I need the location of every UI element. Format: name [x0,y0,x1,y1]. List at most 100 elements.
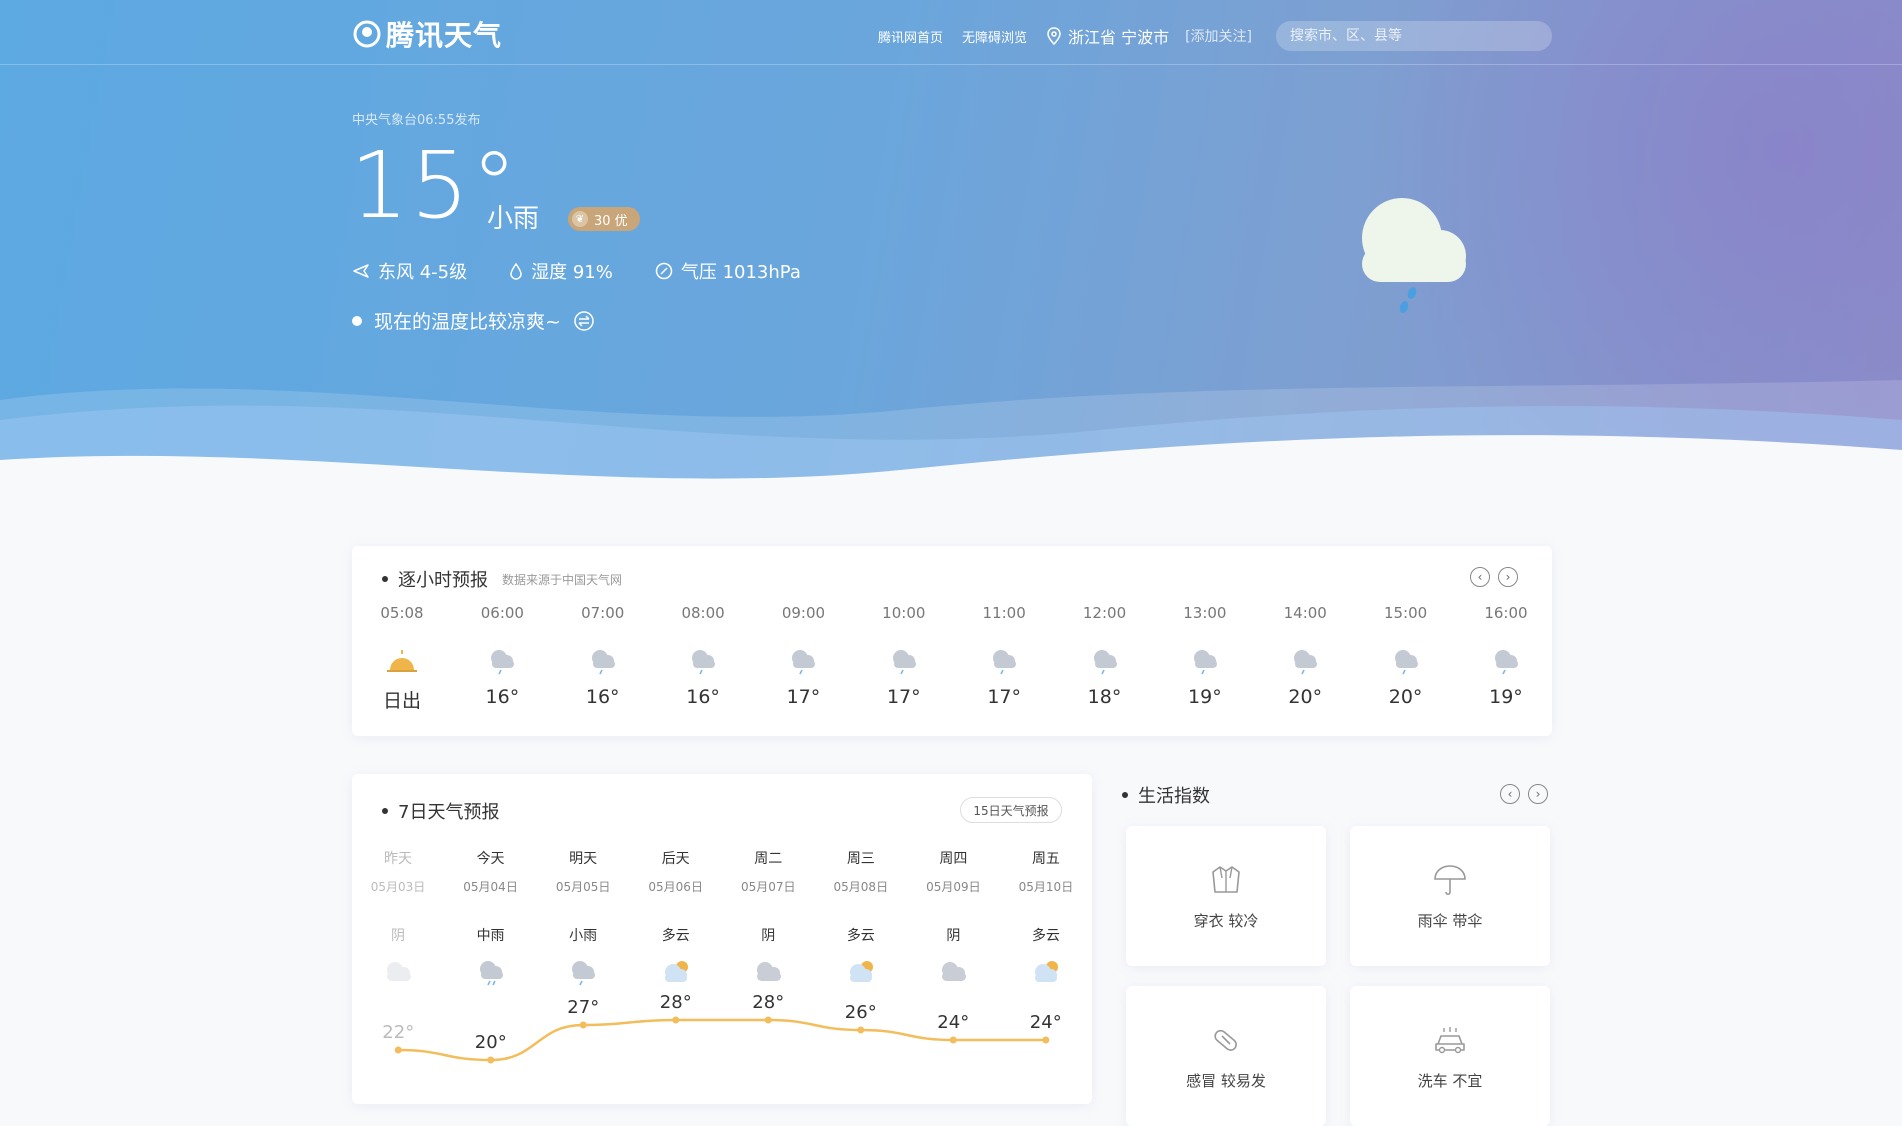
light-rain-icon [1494,650,1518,675]
follow-button[interactable]: [添加关注] [1185,26,1252,46]
hourly-item: 16:00 19° [1456,604,1556,713]
daily-item[interactable]: 后天 05月06日 多云 [630,848,722,987]
daily-temperature-chart: 22° 20° 27° 28° 28° 26° 24° 24° [382,992,1062,1064]
current-metrics: 东风 4-5级 湿度 91% 气压 1013hPa [352,258,801,284]
hourly-time: 10:00 [882,604,926,622]
jacket-icon [1212,865,1240,893]
nav-link-accessibility[interactable]: 无障碍浏览 [962,27,1027,46]
hourly-prev-button[interactable]: ‹ [1470,567,1490,587]
life-card-cold[interactable]: 感冒 较易发 [1126,986,1326,1126]
hero-banner [0,0,1902,500]
life-prev-button[interactable]: ‹ [1500,784,1520,804]
daily-date: 05月04日 [463,880,518,894]
daily-item[interactable]: 周四 05月09日阴 [907,848,999,987]
life-card-umbrella[interactable]: 雨伞 带伞 [1350,826,1550,966]
daily-item[interactable]: 今天 05月04日 中雨 [445,848,537,987]
hourly-item: 10:00 17° [854,604,954,713]
hourly-temp: 16° [585,686,620,708]
light-rain-icon [692,650,716,675]
wind-metric: 东风 4-5级 [352,258,467,284]
daily-title-text: 7日天气预报 [398,802,500,823]
aqi-badge[interactable]: ❦ 30 优 [568,207,640,231]
weather-tip: 现在的温度比较凉爽~ [352,307,595,334]
daily-item[interactable]: 昨天 05月03日阴 [352,848,444,987]
gauge-icon [655,262,673,280]
hourly-time: 12:00 [1082,604,1127,622]
section-bullet [382,808,388,814]
life-card-carwash[interactable]: 洗车 不宜 [1350,986,1550,1126]
high-temperature-point [764,1016,772,1024]
daily-day-name: 后天 [661,851,690,867]
hourly-source: 数据来源于中国天气网 [502,572,623,587]
hero-waves [0,380,1902,500]
hourly-temp: 20° [1388,686,1423,708]
high-temperature-label: 28° [752,992,784,1013]
life-label: 洗车 不宜 [1417,1071,1483,1090]
daily-date: 05月07日 [740,880,796,894]
hourly-time: 14:00 [1283,604,1327,622]
location-selector[interactable]: 浙江省 宁波市 [添加关注] [1046,24,1252,48]
daily-item[interactable]: 明天 05月05日 小雨 [537,848,629,987]
high-temperature-label: 24° [937,1012,969,1033]
pressure-value: 气压 1013hPa [680,262,801,283]
tip-bullet [352,315,362,326]
daily-item[interactable]: 周二 05月07日阴 [722,848,814,987]
daily-day-name: 今天 [476,851,505,867]
daily-condition: 阴 [946,928,961,944]
humidity-value: 湿度 91% [531,262,613,283]
hourly-item: 13:00 19° [1155,604,1255,713]
hourly-temp: 16° [485,686,520,708]
publish-time: 中央气象台06:55发布 [352,113,481,128]
hourly-item: 07:00 16° [553,604,653,713]
brand-name: 腾讯天气 [386,19,503,52]
humidity-metric: 湿度 91% [509,258,613,284]
hourly-time: 13:00 [1183,604,1227,622]
location-name: 浙江省 宁波市 [1068,28,1170,47]
current-condition: 小雨 [487,204,540,234]
brand-logo[interactable]: 腾讯天气 [352,14,502,54]
high-temperature-label: 24° [1030,1012,1062,1033]
daily-condition: 多云 [661,928,690,944]
hourly-next-button[interactable]: › [1498,567,1518,587]
high-temperature-point [487,1056,495,1064]
droplet-icon [510,262,522,280]
15-day-forecast-button[interactable]: 15日天气预报 [960,797,1062,823]
hourly-item: 14:00 20° [1255,604,1355,713]
high-temperature-label: 22° [382,1022,414,1043]
hourly-time: 11:00 [982,604,1026,622]
high-temperature-point [857,1026,865,1034]
daily-date: 05月09日 [926,880,981,894]
life-card-clothing[interactable]: 穿衣 较冷 [1126,826,1326,966]
daily-item[interactable]: 周三 05月08日 多云 [815,848,907,987]
daily-date: 05月03日 [370,880,426,894]
hourly-temp: 日出 [382,690,421,712]
nav-link-qq-home[interactable]: 腾讯网首页 [878,27,943,46]
life-next-button[interactable]: › [1528,784,1548,804]
daily-condition: 阴 [761,928,776,944]
high-temperature-label: 26° [845,1002,877,1023]
high-temperature-point [579,1021,587,1029]
logo-icon [353,20,381,48]
light-rain-icon [1294,650,1318,675]
aqi-value: 30 优 [594,213,628,229]
daily-day-name: 周三 [846,851,875,867]
life-index-title-text: 生活指数 [1138,786,1210,807]
daily-item[interactable]: 周五 05月10日 多云 [1000,848,1092,987]
daily-condition: 多云 [1031,928,1060,944]
hourly-item: 06:00 16° [452,604,552,713]
high-temperature-label: 20° [475,1032,507,1053]
hourly-temp: 20° [1288,686,1323,708]
refresh-tip-icon[interactable] [573,310,595,332]
section-bullet [1122,792,1128,798]
hourly-title: 逐小时预报 数据来源于中国天气网 [382,566,622,592]
top-navbar: 腾讯天气 腾讯网首页 无障碍浏览 浙江省 宁波市 [添加关注] [0,0,1902,65]
hourly-item: 08:00 16° [653,604,753,713]
hourly-title-text: 逐小时预报 [398,570,488,591]
hourly-temp: 19° [1188,686,1222,708]
wind-value: 东风 4-5级 [378,262,468,283]
daily-condition: 小雨 [569,928,598,944]
wind-direction-icon [353,264,369,278]
life-pager: ‹ › [1500,784,1548,804]
search-input[interactable] [1276,21,1552,51]
daily-title: 7日天气预报 [382,798,499,824]
